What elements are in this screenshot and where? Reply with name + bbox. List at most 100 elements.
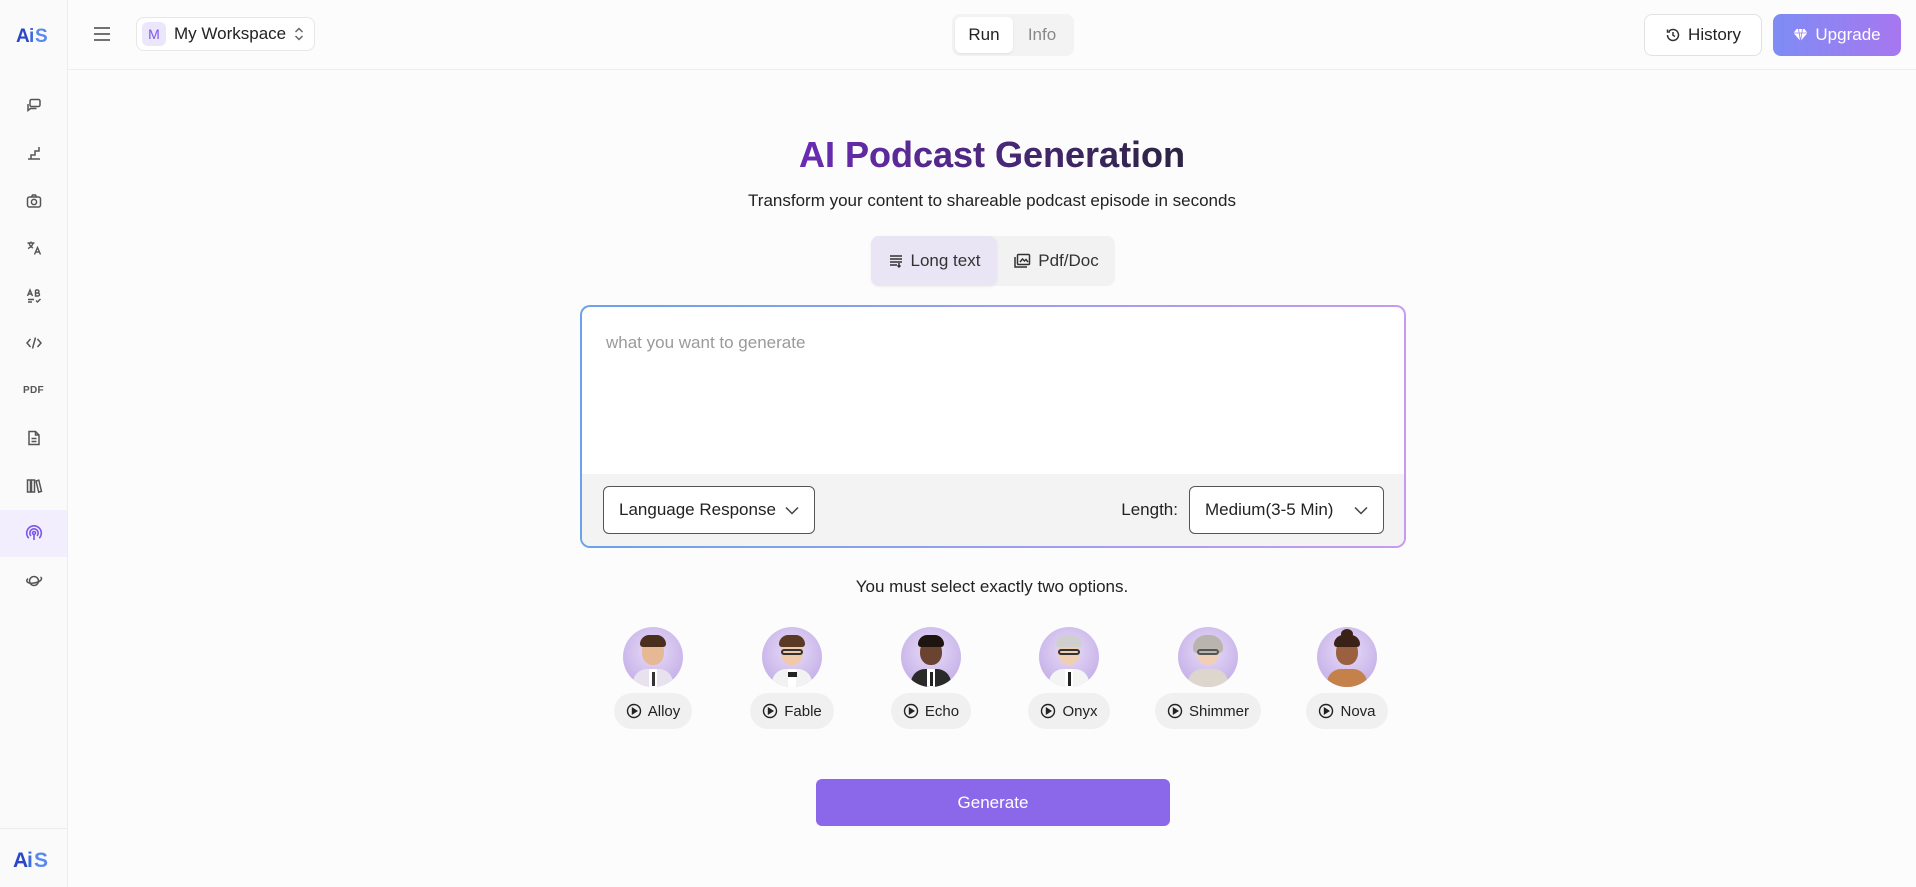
voice-avatar xyxy=(762,627,822,687)
voice-name: Echo xyxy=(924,702,960,720)
mode-pdf-doc-label: Pdf/Doc xyxy=(1038,251,1099,270)
sidebar-nav: PDF xyxy=(0,82,67,605)
text-lines-icon xyxy=(889,255,902,269)
stairs-icon xyxy=(27,147,40,160)
app-logo[interactable]: A i S xyxy=(14,22,54,48)
history-button[interactable]: History xyxy=(1644,14,1762,56)
sidebar-item-planet[interactable] xyxy=(0,557,67,605)
language-select[interactable]: Language Response xyxy=(603,486,815,534)
prompt-editor: Language Response Length: Medium(3-5 Min… xyxy=(580,305,1406,548)
sidebar-item-code[interactable] xyxy=(0,320,67,368)
voice-name: Shimmer xyxy=(1189,702,1250,720)
voice-play-button[interactable]: Nova xyxy=(1306,693,1388,729)
voice-play-button[interactable]: Onyx xyxy=(1028,693,1110,729)
generate-button[interactable]: Generate xyxy=(816,779,1170,826)
sidebar-item-camera[interactable] xyxy=(0,177,67,225)
voice-option[interactable]: Alloy xyxy=(608,627,698,729)
tab-run[interactable]: Run xyxy=(955,17,1013,53)
chat-icon xyxy=(26,98,41,112)
sidebar-item-translate[interactable] xyxy=(0,225,67,273)
history-icon xyxy=(1666,28,1680,42)
planet-icon xyxy=(25,575,42,586)
voice-play-button[interactable]: Fable xyxy=(750,693,834,729)
sidebar-item-books[interactable] xyxy=(0,462,67,510)
camera-icon xyxy=(26,194,41,208)
chevron-up-down-icon xyxy=(295,27,304,41)
sidebar-item-document[interactable] xyxy=(0,415,67,463)
books-icon xyxy=(26,479,42,493)
svg-text:S: S xyxy=(34,849,48,872)
chevron-down-icon xyxy=(1354,506,1368,515)
svg-text:i: i xyxy=(29,26,34,47)
voice-avatar xyxy=(901,627,961,687)
voice-play-button[interactable]: Alloy xyxy=(613,693,693,729)
voice-option[interactable]: Fable xyxy=(747,627,837,729)
grammar-check-icon xyxy=(26,287,41,303)
pdf-icon: PDF xyxy=(23,385,44,397)
voice-list: Alloy Fable Echo Onyx Shimmer Nova xyxy=(608,627,1388,733)
play-icon xyxy=(763,703,778,719)
voice-name: Fable xyxy=(784,702,822,720)
gallery-icon xyxy=(1014,253,1031,268)
play-icon xyxy=(626,703,641,719)
sidebar-item-chat[interactable] xyxy=(0,82,67,130)
prompt-editor-inner: Language Response Length: Medium(3-5 Min… xyxy=(582,307,1404,546)
workspace-name: My Workspace xyxy=(174,24,287,43)
editor-footer: Language Response Length: Medium(3-5 Min… xyxy=(582,474,1404,546)
play-icon xyxy=(1041,703,1056,719)
workspace-avatar: M xyxy=(142,22,166,46)
voice-option[interactable]: Nova xyxy=(1302,627,1392,729)
length-select-value: Medium(3-5 Min) xyxy=(1205,500,1334,519)
upgrade-label: Upgrade xyxy=(1815,25,1881,44)
sidebar-divider xyxy=(0,828,67,829)
sidebar-item-podcast[interactable] xyxy=(0,509,67,557)
voice-avatar xyxy=(1317,627,1377,687)
voice-name: Alloy xyxy=(647,702,681,720)
voice-play-button[interactable]: Echo xyxy=(890,693,972,729)
sidebar: A i S PDF A i S xyxy=(0,0,68,887)
upgrade-button[interactable]: Upgrade xyxy=(1773,14,1901,56)
voice-avatar xyxy=(623,627,683,687)
footer-logo: A i S xyxy=(13,849,48,872)
voice-selection-hint: You must select exactly two options. xyxy=(855,577,1129,596)
play-icon xyxy=(1167,703,1183,719)
top-header: M My Workspace Run Info History Upgrade xyxy=(68,0,1916,70)
mode-long-text-label: Long text xyxy=(910,251,981,270)
translate-icon xyxy=(27,241,41,256)
svg-text:A: A xyxy=(16,26,30,47)
sidebar-item-pdf[interactable]: PDF xyxy=(0,367,67,415)
chevron-down-icon xyxy=(785,506,799,515)
menu-button[interactable] xyxy=(90,22,114,46)
voice-play-button[interactable]: Shimmer xyxy=(1155,693,1262,729)
hamburger-icon xyxy=(94,27,110,41)
tab-info[interactable]: Info xyxy=(1013,17,1071,53)
svg-text:i: i xyxy=(27,849,33,872)
page-title: AI Podcast Generation xyxy=(68,134,1916,176)
document-icon xyxy=(27,431,40,446)
svg-text:S: S xyxy=(35,26,48,47)
voice-name: Onyx xyxy=(1062,702,1098,720)
voice-option[interactable]: Shimmer xyxy=(1155,627,1262,729)
history-label: History xyxy=(1688,25,1741,44)
diamond-icon xyxy=(1793,28,1808,42)
prompt-input[interactable] xyxy=(606,333,1380,463)
voice-avatar xyxy=(1178,627,1238,687)
page-title-text: AI Podcast Generation xyxy=(798,134,1186,175)
play-icon xyxy=(903,703,919,719)
workspace-switcher[interactable]: M My Workspace xyxy=(136,17,316,51)
voice-option[interactable]: Echo xyxy=(886,627,976,729)
podcast-icon xyxy=(25,525,42,541)
svg-text:A: A xyxy=(13,849,28,872)
sidebar-item-grammar[interactable] xyxy=(0,272,67,320)
play-icon xyxy=(1319,703,1334,719)
run-info-toggle: Run Info xyxy=(952,14,1074,56)
sidebar-item-stairs[interactable] xyxy=(0,130,67,178)
mode-pdf-doc[interactable]: Pdf/Doc xyxy=(997,236,1115,286)
length-select[interactable]: Medium(3-5 Min) xyxy=(1189,486,1384,534)
input-mode-toggle: Long text Pdf/Doc xyxy=(871,236,1115,286)
voice-avatar xyxy=(1039,627,1099,687)
voice-option[interactable]: Onyx xyxy=(1024,627,1114,729)
language-select-value: Language Response xyxy=(619,500,776,519)
mode-long-text[interactable]: Long text xyxy=(871,236,997,286)
voice-name: Nova xyxy=(1340,702,1376,720)
